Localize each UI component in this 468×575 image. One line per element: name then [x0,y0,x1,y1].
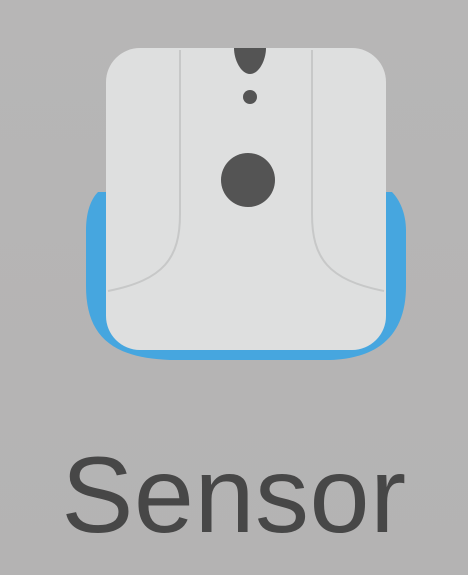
device-large-dot [221,153,275,207]
sensor-app-tile[interactable]: Sensor [0,0,468,575]
device-small-dot [243,90,257,104]
sensor-device-icon[interactable] [80,44,410,364]
app-label: Sensor [61,434,407,555]
